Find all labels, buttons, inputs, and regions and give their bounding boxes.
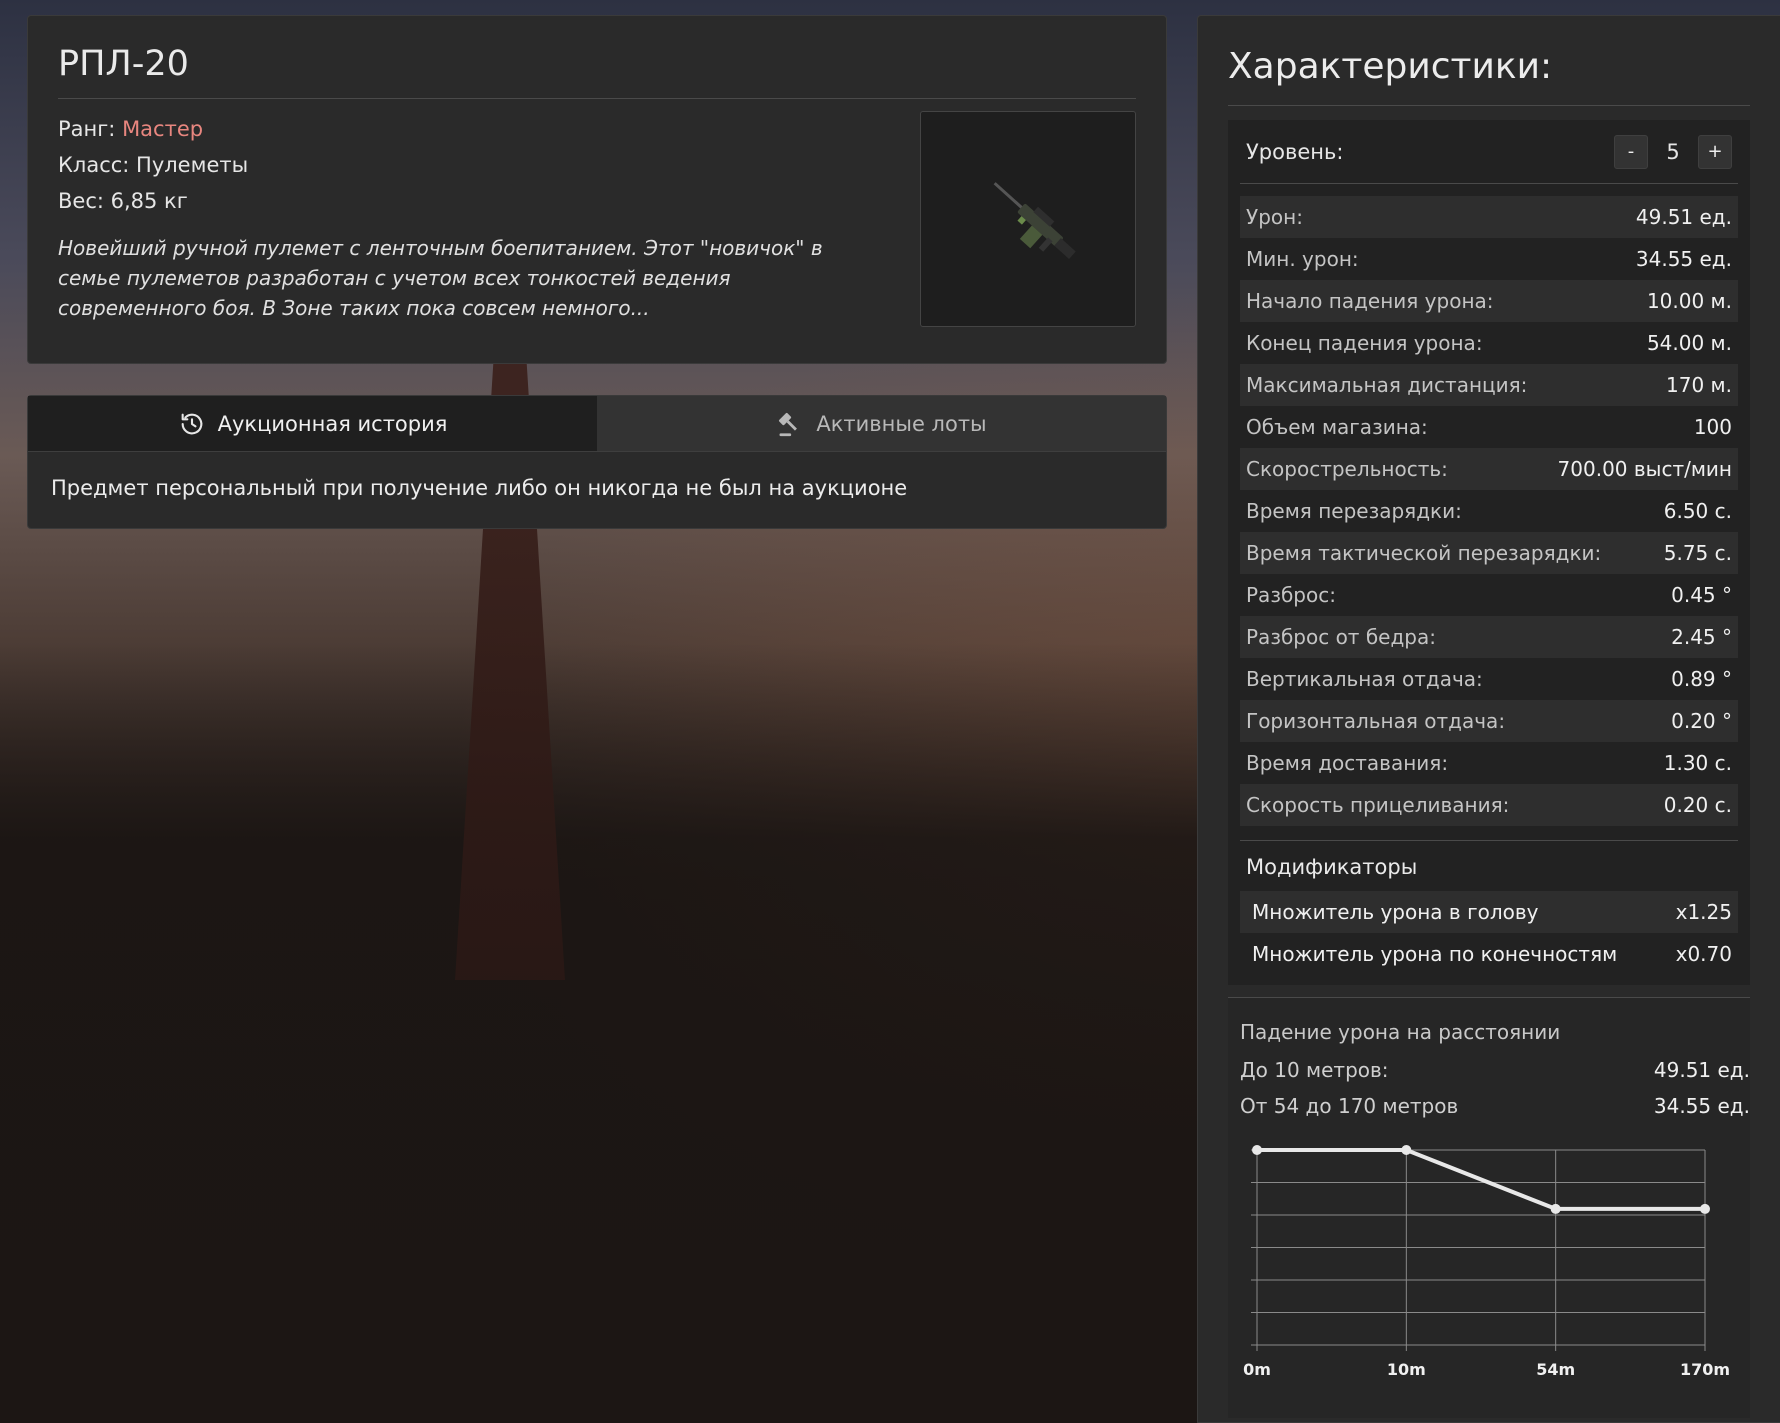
- modifiers-title: Модификаторы: [1246, 855, 1418, 879]
- modifier-value: x0.70: [1675, 942, 1732, 966]
- chart-point: [1550, 1203, 1561, 1214]
- chart-point: [1252, 1145, 1262, 1155]
- stat-label: Скорострельность:: [1246, 457, 1448, 481]
- item-description: Новейший ручной пулемет с ленточным боеп…: [58, 236, 823, 320]
- stat-value: 170 м.: [1666, 373, 1732, 397]
- stat-label: Скорость прицеливания:: [1246, 793, 1510, 817]
- stat-value: 2.45 °: [1671, 625, 1732, 649]
- stats-list: Урон: 49.51 ед. Мин. урон: 34.55 ед. Начал…: [1240, 196, 1738, 826]
- stat-value: 6.50 с.: [1663, 499, 1732, 523]
- stat-label: Конец падения урона:: [1246, 331, 1483, 355]
- stat-row: Урон: 49.51 ед.: [1240, 196, 1738, 238]
- stat-row: Начало падения урона: 10.00 м.: [1240, 280, 1738, 322]
- chart-point: [1401, 1145, 1412, 1155]
- item-rank: Ранг: Мастер: [58, 111, 920, 147]
- falloff-label: От 54 до 170 метров: [1240, 1094, 1459, 1118]
- stat-row: Горизонтальная отдача: 0.20 °: [1240, 700, 1738, 742]
- stat-value: 54.00 м.: [1646, 331, 1732, 355]
- stat-label: Время перезарядки:: [1246, 499, 1462, 523]
- stat-label: Разброс от бедра:: [1246, 625, 1436, 649]
- level-decrease-button[interactable]: -: [1614, 134, 1648, 169]
- stat-row: Скорость прицеливания: 0.20 с.: [1240, 784, 1738, 826]
- stats-box: Уровень: - 5 + Урон: 49.51 ед. Мин. урон:…: [1228, 120, 1750, 985]
- chart-x-tick-label: 10m: [1387, 1360, 1426, 1379]
- stat-row: Максимальная дистанция: 170 м.: [1240, 364, 1738, 406]
- stat-row: Время перезарядки: 6.50 с.: [1240, 490, 1738, 532]
- auction-panel: Аукционная история Активные лоты Предмет…: [27, 395, 1167, 529]
- stat-row: Мин. урон: 34.55 ед.: [1240, 238, 1738, 280]
- stat-label: Время доставания:: [1246, 751, 1449, 775]
- stat-label: Горизонтальная отдача:: [1246, 709, 1506, 733]
- item-rank-label: Ранг:: [58, 117, 116, 141]
- stat-value: 0.20 с.: [1663, 793, 1732, 817]
- stats-title: Характеристики:: [1228, 46, 1750, 106]
- stat-label: Объем магазина:: [1246, 415, 1428, 439]
- tab-content-text: Предмет персональный при получение либо …: [51, 476, 908, 500]
- falloff-value: 34.55 ед.: [1653, 1094, 1750, 1118]
- machine-gun-icon: [993, 182, 1076, 259]
- stat-value: 10.00 м.: [1646, 289, 1732, 313]
- stat-label: Максимальная дистанция:: [1246, 373, 1528, 397]
- stat-value: 34.55 ед.: [1635, 247, 1732, 271]
- modifier-value: x1.25: [1675, 900, 1732, 924]
- stat-row: Разброс от бедра: 2.45 °: [1240, 616, 1738, 658]
- stat-value: 0.89 °: [1671, 667, 1732, 691]
- stat-label: Время тактической перезарядки:: [1246, 541, 1602, 565]
- falloff-title: Падение урона на расстоянии: [1240, 1020, 1561, 1044]
- level-increase-button[interactable]: +: [1698, 134, 1732, 169]
- falloff-value: 49.51 ед.: [1653, 1058, 1750, 1082]
- item-class: Класс: Пулеметы: [58, 153, 249, 177]
- damage-falloff-chart: 0m 10m 54m 170m: [1243, 1145, 1730, 1379]
- item-title: РПЛ-20: [58, 44, 1136, 99]
- chart-x-tick-label: 0m: [1243, 1360, 1271, 1379]
- stat-value: 700.00 выст/мин: [1557, 457, 1732, 481]
- chart-x-tick-label: 170m: [1680, 1360, 1730, 1379]
- stat-row: Время тактической перезарядки: 5.75 с.: [1240, 532, 1738, 574]
- stat-label: Разброс:: [1246, 583, 1336, 607]
- modifier-label: Множитель урона по конечностям: [1252, 942, 1618, 966]
- stat-label: Урон:: [1246, 205, 1303, 229]
- stat-row: Скорострельность: 700.00 выст/мин: [1240, 448, 1738, 490]
- tab-auction-history[interactable]: Аукционная история: [28, 396, 597, 451]
- item-image: [920, 111, 1136, 327]
- falloff-row: До 10 метров: 49.51 ед.: [1240, 1052, 1750, 1088]
- level-label: Уровень:: [1246, 139, 1344, 164]
- modifier-row: Множитель урона в голову x1.25: [1240, 891, 1738, 933]
- stat-row: Разброс: 0.45 °: [1240, 574, 1738, 616]
- item-rank-value: Мастер: [122, 117, 204, 141]
- modifier-label: Множитель урона в голову: [1252, 900, 1539, 924]
- auction-tabs: Аукционная история Активные лоты: [28, 396, 1166, 452]
- stat-row: Вертикальная отдача: 0.89 °: [1240, 658, 1738, 700]
- chart-point: [1700, 1203, 1710, 1214]
- stat-value: 0.45 °: [1671, 583, 1732, 607]
- level-row: Уровень: - 5 +: [1240, 120, 1738, 184]
- item-weight: Вес: 6,85 кг: [58, 189, 188, 213]
- item-body: Ранг: Мастер Класс: Пулеметы Вес: 6,85 к…: [58, 111, 1136, 327]
- history-icon: [181, 413, 202, 434]
- item-card: РПЛ-20 Ранг: Мастер Класс: Пулеметы Вес:…: [27, 15, 1167, 364]
- stat-value: 100: [1693, 415, 1732, 439]
- chart-series-line: [1257, 1148, 1705, 1211]
- stat-value: 5.75 с.: [1663, 541, 1732, 565]
- modifier-row: Множитель урона по конечностям x0.70: [1240, 933, 1738, 975]
- item-info: Ранг: Мастер Класс: Пулеметы Вес: 6,85 к…: [58, 111, 920, 327]
- stat-row: Конец падения урона: 54.00 м.: [1240, 322, 1738, 364]
- tab-auction-history-label: Аукционная история: [217, 411, 448, 436]
- stat-label: Мин. урон:: [1246, 247, 1359, 271]
- gavel-icon: [779, 412, 798, 436]
- level-value: 5: [1666, 139, 1680, 164]
- stat-label: Вертикальная отдача:: [1246, 667, 1483, 691]
- tab-active-lots-label: Активные лоты: [816, 411, 987, 436]
- chart-x-tick-label: 54m: [1536, 1360, 1575, 1379]
- stat-value: 1.30 с.: [1663, 751, 1732, 775]
- stat-row: Время доставания: 1.30 с.: [1240, 742, 1738, 784]
- stat-value: 49.51 ед.: [1635, 205, 1732, 229]
- falloff-label: До 10 метров:: [1240, 1058, 1389, 1082]
- falloff-row: От 54 до 170 метров 34.55 ед.: [1240, 1088, 1750, 1124]
- stat-row: Объем магазина: 100: [1240, 406, 1738, 448]
- stat-value: 0.20 °: [1671, 709, 1732, 733]
- level-stepper: - 5 +: [1614, 134, 1732, 169]
- tab-active-lots[interactable]: Активные лоты: [597, 396, 1166, 451]
- stat-label: Начало падения урона:: [1246, 289, 1494, 313]
